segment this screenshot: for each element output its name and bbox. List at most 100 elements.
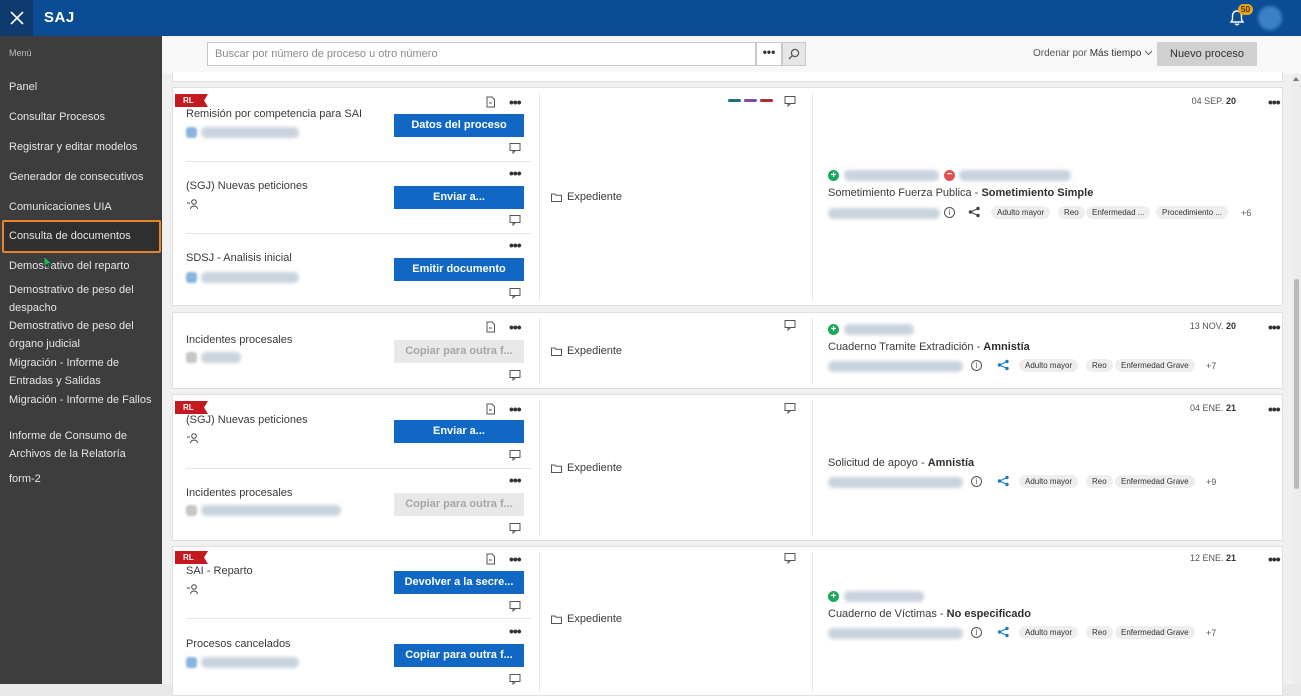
sidebar-item-form-2[interactable]: form-2 — [9, 470, 157, 488]
return-to-secretary-button[interactable]: Devolver a la secre... — [394, 571, 524, 594]
comment-icon[interactable] — [509, 673, 522, 685]
sidebar-item-consumo-relatoria[interactable]: Informe de Consumo de Archivos de la Rel… — [9, 427, 157, 463]
comment-icon[interactable] — [509, 600, 522, 612]
sidebar-item-registrar-modelos[interactable]: Registrar y editar modelos — [9, 138, 157, 156]
new-process-button[interactable]: Nuevo proceso — [1157, 42, 1257, 66]
comment-icon[interactable] — [784, 402, 797, 414]
sidebar-item-generador-consecutivos[interactable]: Generador de consecutivos — [9, 168, 157, 186]
sort-dropdown[interactable]: Ordenar por Más tiempo — [1033, 48, 1153, 59]
comment-icon[interactable] — [509, 369, 522, 381]
rl-badge: RL — [175, 94, 208, 107]
toolbar: Buscar por número de proceso u otro núme… — [162, 36, 1301, 74]
tag-chip: Enfermedad Grave — [1115, 359, 1195, 372]
sidebar-menu: Menú Panel Consultar Procesos Registrar … — [0, 36, 162, 684]
activity-more-button[interactable]: ••• — [509, 95, 522, 109]
share-icon[interactable] — [968, 206, 981, 218]
tag-chip: Enfermedad Grave — [1115, 475, 1195, 488]
sidebar-item-migracion-fallos[interactable]: Migración - Informe de Fallos — [9, 391, 157, 409]
user-avatar[interactable] — [1258, 6, 1282, 30]
card-more-button[interactable]: ••• — [1268, 95, 1281, 109]
comment-icon[interactable] — [509, 214, 522, 226]
sidebar-item-migracion-entradas[interactable]: Migración - Informe de Entradas y Salida… — [9, 354, 157, 390]
search-input[interactable]: Buscar por número de proceso u otro núme… — [207, 42, 756, 66]
case-title: Cuaderno de Víctimas - No especificado — [828, 608, 1031, 620]
sidebar-item-comunicaciones-uia[interactable]: Comunicaciones UIA — [9, 198, 157, 216]
add-party-icon: + — [828, 324, 839, 335]
close-menu-button[interactable] — [0, 0, 33, 36]
activity-more-button[interactable]: ••• — [509, 402, 522, 416]
activity-more-button[interactable]: ••• — [509, 552, 522, 566]
activity-more-button[interactable]: ••• — [509, 166, 522, 180]
more-tags-count[interactable]: +9 — [1206, 477, 1216, 487]
copy-to-button[interactable]: Copiar para outra f... — [394, 644, 524, 667]
sidebar-item-consultar-procesos[interactable]: Consultar Procesos — [9, 108, 157, 126]
sidebar-item-peso-despacho[interactable]: Demostrativo de peso del despacho — [9, 281, 157, 317]
app-title: SAJ — [44, 9, 75, 26]
scroll-up-icon[interactable] — [1293, 77, 1299, 81]
emit-document-button[interactable]: Emitir documento — [394, 258, 524, 281]
comment-icon[interactable] — [784, 552, 797, 564]
activity-more-button[interactable]: ••• — [509, 320, 522, 334]
comment-icon[interactable] — [784, 319, 797, 331]
info-icon[interactable]: i — [944, 207, 955, 218]
send-to-button[interactable]: Enviar a... — [394, 186, 524, 209]
document-icon[interactable] — [484, 321, 497, 333]
card-more-button[interactable]: ••• — [1268, 402, 1281, 416]
sidebar-item-peso-organo[interactable]: Demostrativo de peso del órgano judicial — [9, 317, 157, 353]
expediente-link[interactable]: Expediente — [551, 613, 622, 625]
folder-icon — [551, 464, 562, 473]
expediente-link[interactable]: Expediente — [551, 191, 622, 203]
document-icon[interactable] — [484, 96, 497, 108]
main-content: Buscar por número de proceso u otro núme… — [162, 36, 1301, 696]
vertical-scrollbar[interactable] — [1292, 74, 1301, 684]
activity-more-button[interactable]: ••• — [509, 473, 522, 487]
activity-title: Incidentes procesales — [186, 334, 293, 346]
tag-chip: Procedimiento ... — [1156, 206, 1229, 219]
more-tags-count[interactable]: +6 — [1241, 208, 1251, 218]
search-options-button[interactable]: ••• — [756, 42, 782, 66]
card-more-button[interactable]: ••• — [1268, 552, 1281, 566]
search-button[interactable] — [782, 42, 806, 66]
send-to-button[interactable]: Enviar a... — [394, 420, 524, 443]
card-date: 04 SEP. 20 — [1191, 96, 1236, 106]
document-icon[interactable] — [484, 403, 497, 415]
top-bar: SAJ 50 — [0, 0, 1301, 36]
comment-icon[interactable] — [509, 522, 522, 534]
info-icon[interactable]: i — [971, 360, 982, 371]
comment-icon[interactable] — [509, 142, 522, 154]
more-tags-count[interactable]: +7 — [1206, 628, 1216, 638]
share-icon[interactable] — [997, 475, 1010, 487]
share-icon[interactable] — [997, 626, 1010, 638]
info-icon[interactable]: i — [971, 627, 982, 638]
sidebar-item-demostrativo-reparto[interactable]: Demostrativo del reparto — [9, 257, 157, 275]
comment-icon[interactable] — [784, 95, 797, 107]
share-icon[interactable] — [997, 359, 1010, 371]
expediente-link[interactable]: Expediente — [551, 462, 622, 474]
info-icon[interactable]: i — [971, 476, 982, 487]
card-more-button[interactable]: ••• — [1268, 320, 1281, 334]
sidebar-item-panel[interactable]: Panel — [9, 78, 157, 96]
comment-icon[interactable] — [509, 287, 522, 299]
tag-chip: Reo — [1086, 626, 1113, 639]
process-data-button[interactable]: Datos del proceso — [394, 114, 524, 137]
more-tags-count[interactable]: +7 — [1206, 361, 1216, 371]
scrollbar-thumb[interactable] — [1294, 279, 1299, 489]
expediente-link[interactable]: Expediente — [551, 345, 622, 357]
folder-icon — [551, 347, 562, 356]
tag-chip: Adulto mayor — [1019, 359, 1079, 372]
activity-title: Procesos cancelados — [186, 638, 291, 650]
process-card: RL ••• SAI - Reparto Devolver a la secre… — [172, 546, 1283, 696]
sidebar-item-consulta-documentos[interactable]: Consulta de documentos — [9, 227, 157, 245]
activity-title: Incidentes procesales — [186, 487, 293, 499]
notification-count-badge: 50 — [1238, 4, 1253, 15]
tag-chip: Reo — [1086, 475, 1113, 488]
comment-icon[interactable] — [509, 449, 522, 461]
activity-title: (SGJ) Nuevas peticiones — [186, 180, 308, 192]
copy-to-button[interactable]: Copiar para outra f... — [394, 340, 524, 363]
copy-to-button[interactable]: Copiar para outra f... — [394, 493, 524, 516]
document-icon[interactable] — [484, 553, 497, 565]
sort-label: Ordenar por — [1033, 48, 1087, 59]
close-icon — [9, 11, 24, 25]
activity-more-button[interactable]: ••• — [509, 624, 522, 638]
activity-more-button[interactable]: ••• — [509, 238, 522, 252]
